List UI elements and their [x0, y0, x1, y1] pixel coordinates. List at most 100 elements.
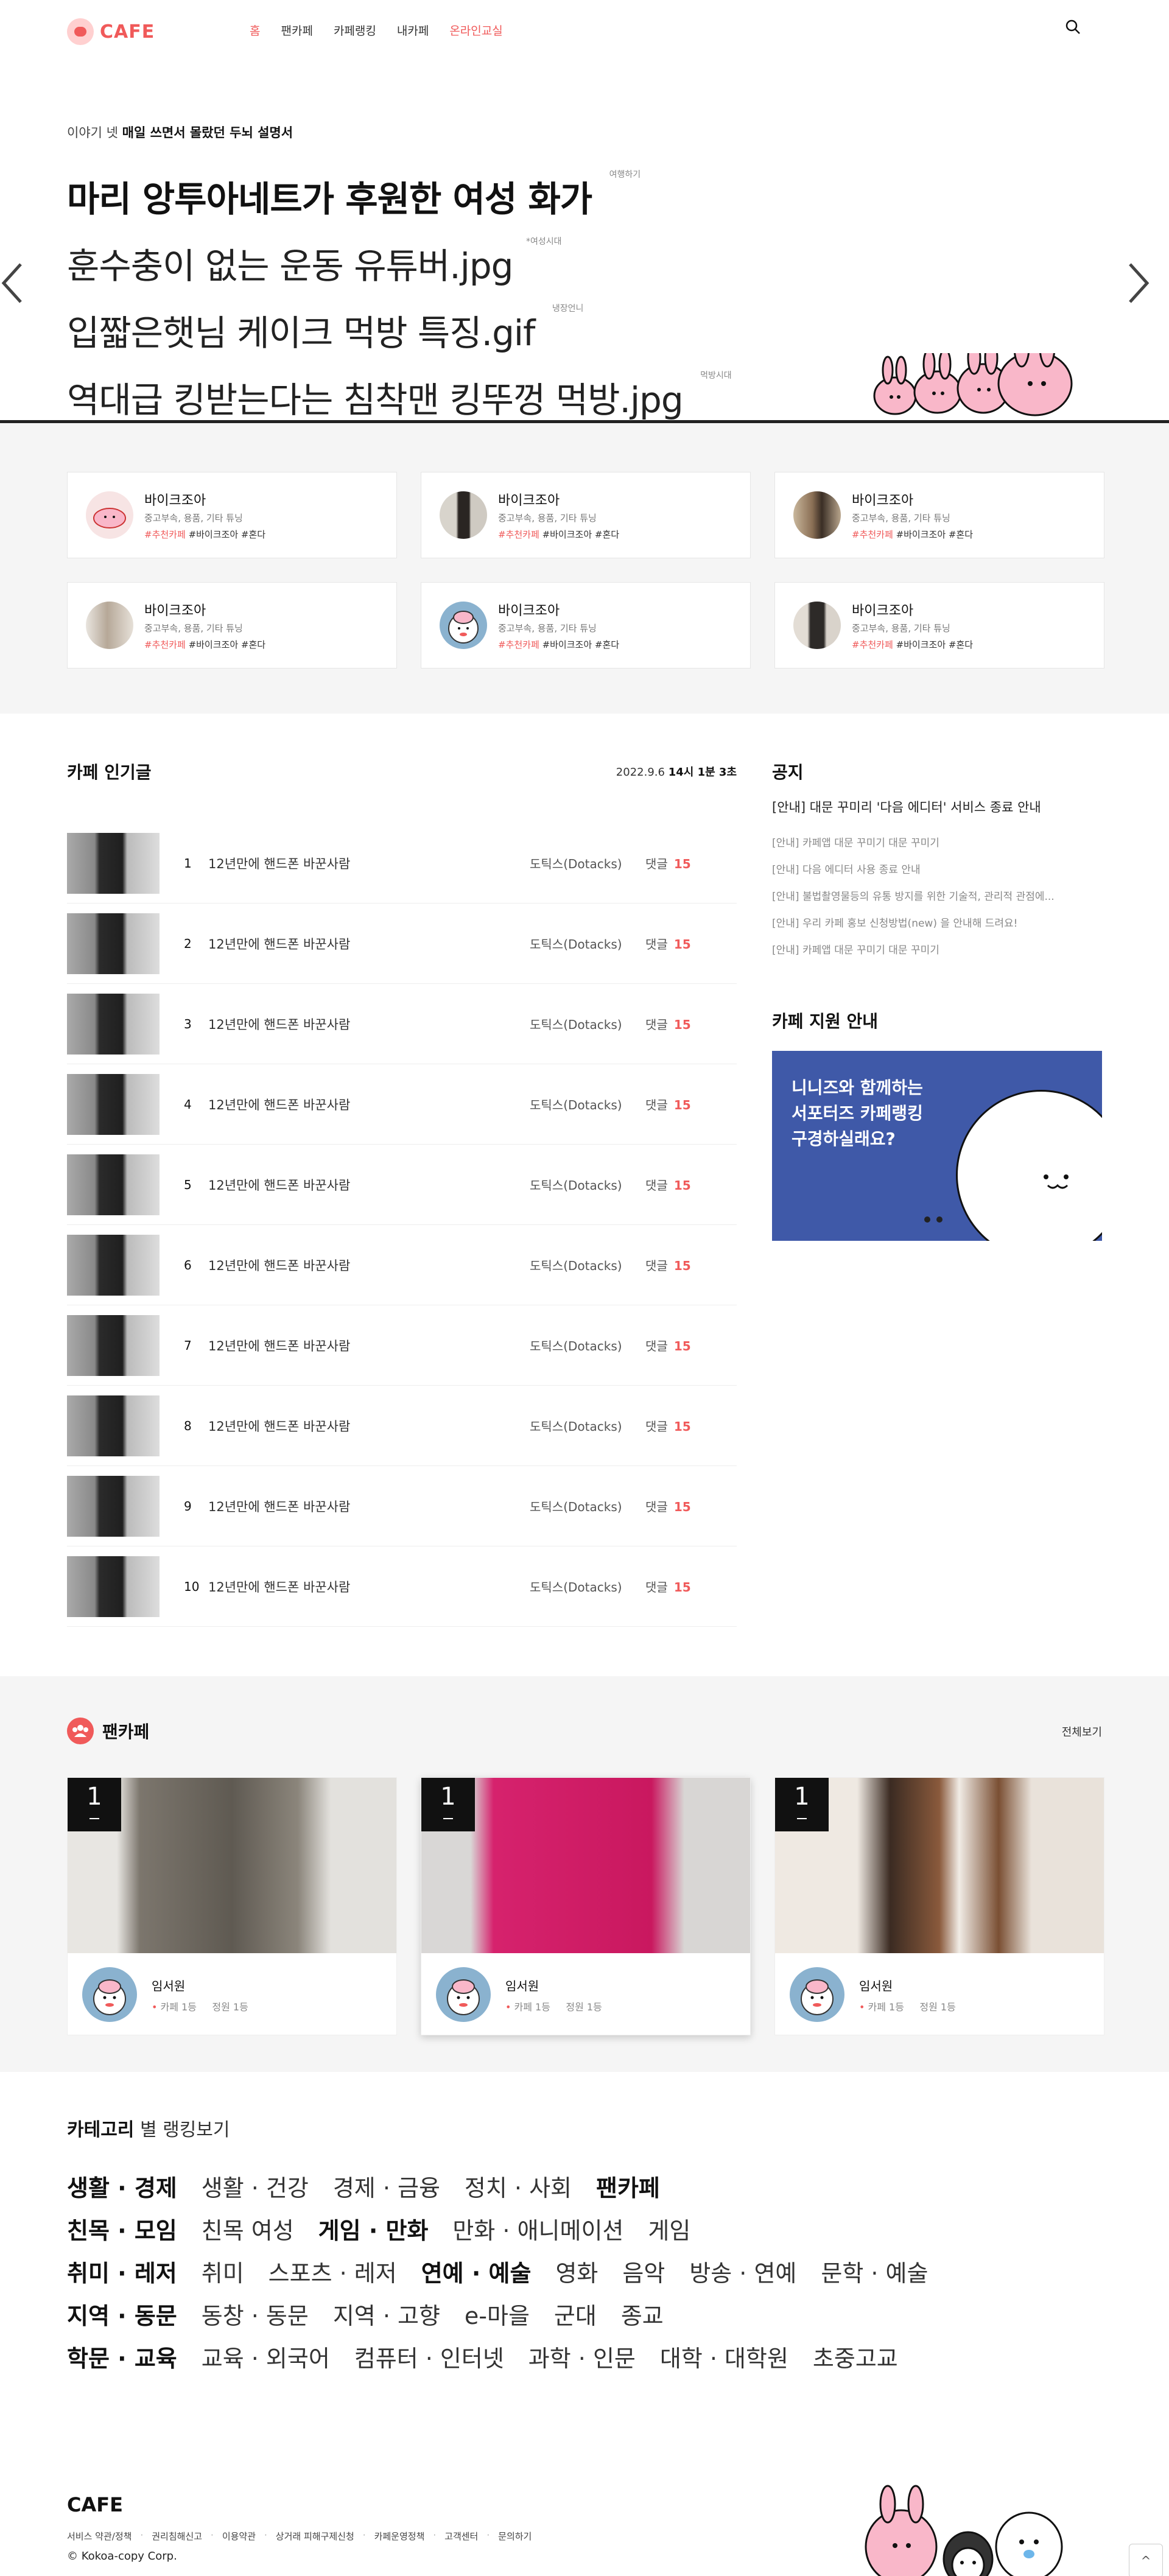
chevron-left-icon[interactable]: [0, 262, 24, 304]
category-link[interactable]: 취미: [202, 2255, 244, 2288]
hero-story[interactable]: 입짧은햇님 케이크 먹방 특징.gif 냉장언니: [67, 304, 583, 356]
category-lead[interactable]: 생활 · 경제: [67, 2169, 177, 2203]
hero-story[interactable]: 훈수충이 없는 운동 유튜버.jpg *여성시대: [67, 237, 561, 289]
category-link[interactable]: 방송 · 연예: [689, 2255, 796, 2288]
category-link[interactable]: 친목 여성: [202, 2212, 294, 2245]
category-lead[interactable]: 친목 · 모임: [67, 2212, 177, 2245]
nav-ranking[interactable]: 카페랭킹: [334, 22, 376, 38]
category-link[interactable]: 컴퓨터 · 인터넷: [354, 2340, 504, 2373]
cafe-name: 바이크조아: [498, 493, 560, 508]
footer-link[interactable]: 이용약관: [222, 2530, 256, 2543]
popular-post-row[interactable]: 4 12년만에 핸드폰 바꾼사람 도틱스(Dotacks) 댓글 15: [67, 1064, 737, 1145]
category-link[interactable]: 게임: [648, 2212, 690, 2245]
popular-post-row[interactable]: 3 12년만에 핸드폰 바꾼사람 도틱스(Dotacks) 댓글 15: [67, 984, 737, 1064]
seal-character-illustration: [956, 1090, 1102, 1241]
post-thumbnail: [67, 913, 160, 974]
popular-post-row[interactable]: 7 12년만에 핸드폰 바꾼사람 도틱스(Dotacks) 댓글 15: [67, 1305, 737, 1386]
hero-story[interactable]: 역대급 킹받는다는 침착맨 킹뚜껑 먹방.jpg 먹방시대: [67, 371, 732, 423]
category-link[interactable]: 영화: [555, 2255, 598, 2288]
header: CAFE 홈 팬카페 카페랭킹 내카페 온라인교실: [0, 0, 1169, 61]
footer-link[interactable]: 상거래 피해구제신청: [276, 2530, 354, 2543]
category-link[interactable]: 생활 · 건강: [202, 2169, 309, 2203]
category-link[interactable]: 문학 · 예술: [821, 2255, 928, 2288]
notice-item[interactable]: [안내] 카페앱 대문 꾸미기 대문 꾸미기: [772, 941, 1102, 956]
category-link[interactable]: 동창 · 동문: [202, 2297, 309, 2331]
post-author: 도틱스(Dotacks): [530, 1580, 622, 1595]
category-link[interactable]: 경제 · 금융: [333, 2169, 440, 2203]
category-link[interactable]: 교육 · 외국어: [202, 2340, 330, 2373]
popular-post-row[interactable]: 10 12년만에 핸드폰 바꾼사람 도틱스(Dotacks) 댓글 15: [67, 1546, 737, 1627]
category-link[interactable]: 정치 · 사회: [465, 2169, 572, 2203]
view-all-link[interactable]: 전체보기: [1062, 1724, 1102, 1739]
cafe-card[interactable]: 바이크조아 중고부속, 용품, 기타 튜닝 #추천카페 #바이크조아 #혼다: [67, 582, 397, 669]
cafe-avatar: [793, 491, 841, 539]
popular-post-row[interactable]: 8 12년만에 핸드폰 바꾼사람 도틱스(Dotacks) 댓글 15: [67, 1386, 737, 1466]
fancafe-title: 팬카페: [102, 1722, 150, 1742]
fancafe-image: 1: [421, 1778, 750, 1953]
notice-item[interactable]: [안내] 다음 에디터 사용 종료 안내: [772, 861, 1102, 876]
cafe-card[interactable]: 바이크조아 중고부속, 용품, 기타 튜닝 #추천카페 #바이크조아 #혼다: [774, 582, 1104, 669]
nav-home[interactable]: 홈: [250, 22, 260, 38]
cafe-name: 바이크조아: [144, 493, 206, 508]
fancafe-meta: • 카페 1등 정원 1등: [505, 2001, 602, 2013]
category-link[interactable]: 종교: [621, 2297, 664, 2331]
banner-pagination[interactable]: [924, 1216, 943, 1223]
nav-fancafe[interactable]: 팬카페: [281, 22, 312, 38]
category-lead[interactable]: 학문 · 교육: [67, 2340, 177, 2373]
fancafe-name: 임서원: [505, 1978, 539, 1993]
footer-link[interactable]: 권리침해신고: [152, 2530, 202, 2543]
category-lead[interactable]: 취미 · 레저: [67, 2255, 177, 2288]
hero-story[interactable]: 마리 앙투아네트가 후원한 여성 화가 여행하기: [67, 170, 641, 222]
search-icon[interactable]: [1063, 17, 1084, 38]
category-link[interactable]: 군대: [554, 2297, 597, 2331]
category-lead[interactable]: 지역 · 동문: [67, 2297, 177, 2331]
notice-item[interactable]: [안내] 불법촬영물등의 유통 방지를 위한 기술적, 관리적 관점에...: [772, 888, 1102, 903]
cafe-card[interactable]: 바이크조아 중고부속, 용품, 기타 튜닝 #추천카페 #바이크조아 #혼다: [421, 582, 751, 669]
cafe-card[interactable]: 바이크조아 중고부속, 용품, 기타 튜닝 #추천카페 #바이크조아 #혼다: [774, 472, 1104, 558]
popular-post-row[interactable]: 1 12년만에 핸드폰 바꾼사람 도틱스(Dotacks) 댓글 15: [67, 823, 737, 904]
scroll-to-top-button[interactable]: ^: [1129, 2544, 1163, 2576]
popular-post-row[interactable]: 6 12년만에 핸드폰 바꾼사람 도틱스(Dotacks) 댓글 15: [67, 1225, 737, 1305]
popular-post-row[interactable]: 2 12년만에 핸드폰 바꾼사람 도틱스(Dotacks) 댓글 15: [67, 904, 737, 984]
category-link[interactable]: 스포츠 · 레저: [269, 2255, 397, 2288]
footer-link[interactable]: 고객센터: [444, 2530, 478, 2543]
nav-online-class[interactable]: 온라인교실: [449, 22, 502, 38]
notice-item[interactable]: [안내] 우리 카페 홍보 신청방법(new) 을 안내해 드려요!: [772, 914, 1102, 930]
footer-link[interactable]: 카페운영정책: [374, 2530, 425, 2543]
post-rank: 8: [184, 1418, 192, 1433]
popular-post-row[interactable]: 5 12년만에 핸드폰 바꾼사람 도틱스(Dotacks) 댓글 15: [67, 1145, 737, 1225]
chevron-right-icon[interactable]: [1126, 262, 1151, 304]
cafe-card[interactable]: 바이크조아 중고부속, 용품, 기타 튜닝 #추천카페 #바이크조아 #혼다: [67, 472, 397, 558]
post-author: 도틱스(Dotacks): [530, 1017, 622, 1032]
category-link[interactable]: 만화 · 애니메이션: [452, 2212, 623, 2245]
hero-story-author: *여성시대: [525, 237, 562, 247]
separator: ·: [486, 2530, 490, 2541]
popular-list: 1 12년만에 핸드폰 바꾼사람 도틱스(Dotacks) 댓글 15 2 12년만에 핸드…: [67, 823, 737, 1627]
category-link[interactable]: 연예 · 예술: [421, 2255, 532, 2288]
footer-logo[interactable]: CAFE: [67, 2493, 123, 2516]
category-link[interactable]: 음악: [622, 2255, 665, 2288]
category-link[interactable]: 게임 · 만화: [318, 2212, 429, 2245]
category-link[interactable]: 대학 · 대학원: [660, 2340, 788, 2373]
nav-mycafe[interactable]: 내카페: [397, 22, 429, 38]
category-link[interactable]: 팬카페: [596, 2169, 660, 2203]
cafe-logo[interactable]: CAFE: [67, 18, 155, 45]
footer-link[interactable]: 서비스 약관/정책: [67, 2530, 132, 2543]
fancafe-card[interactable]: 1 임서원 • 카페 1등 정원 1등: [774, 1777, 1104, 2035]
rank-badge: 1: [68, 1778, 121, 1831]
category-link[interactable]: 지역 · 고향: [333, 2297, 440, 2331]
category-link[interactable]: 초중고교: [813, 2340, 898, 2373]
category-link[interactable]: 과학 · 인문: [528, 2340, 636, 2373]
fancafe-card[interactable]: 1 임서원 • 카페 1등 정원 1등: [421, 1777, 751, 2035]
notice-main-item[interactable]: [안내] 대문 꾸미리 '다음 에디터' 서비스 종료 안내: [772, 798, 1102, 816]
popular-post-row[interactable]: 9 12년만에 핸드폰 바꾼사람 도틱스(Dotacks) 댓글 15: [67, 1466, 737, 1546]
category-link[interactable]: e-마을: [465, 2297, 530, 2331]
footer-link[interactable]: 문의하기: [498, 2530, 532, 2543]
notice-item[interactable]: [안내] 카페앱 대문 꾸미기 대문 꾸미기: [772, 834, 1102, 849]
fancafe-card[interactable]: 1 임서원 • 카페 1등 정원 1등: [67, 1777, 397, 2035]
hero-story-list: 마리 앙투아네트가 후원한 여성 화가 여행하기 훈수충이 없는 운동 유튜버.…: [67, 170, 732, 438]
footer: CAFE 서비스 약관/정책 · 권리침해신고 · 이용약관 · 상거래 피해구제신청 · 카페…: [0, 2474, 1169, 2576]
support-banner[interactable]: 니니즈와 함께하는 서포터즈 카페랭킹 구경하실래요?: [772, 1051, 1102, 1241]
post-comments: 댓글 15: [645, 857, 691, 871]
cafe-card[interactable]: 바이크조아 중고부속, 용품, 기타 튜닝 #추천카페 #바이크조아 #혼다: [421, 472, 751, 558]
